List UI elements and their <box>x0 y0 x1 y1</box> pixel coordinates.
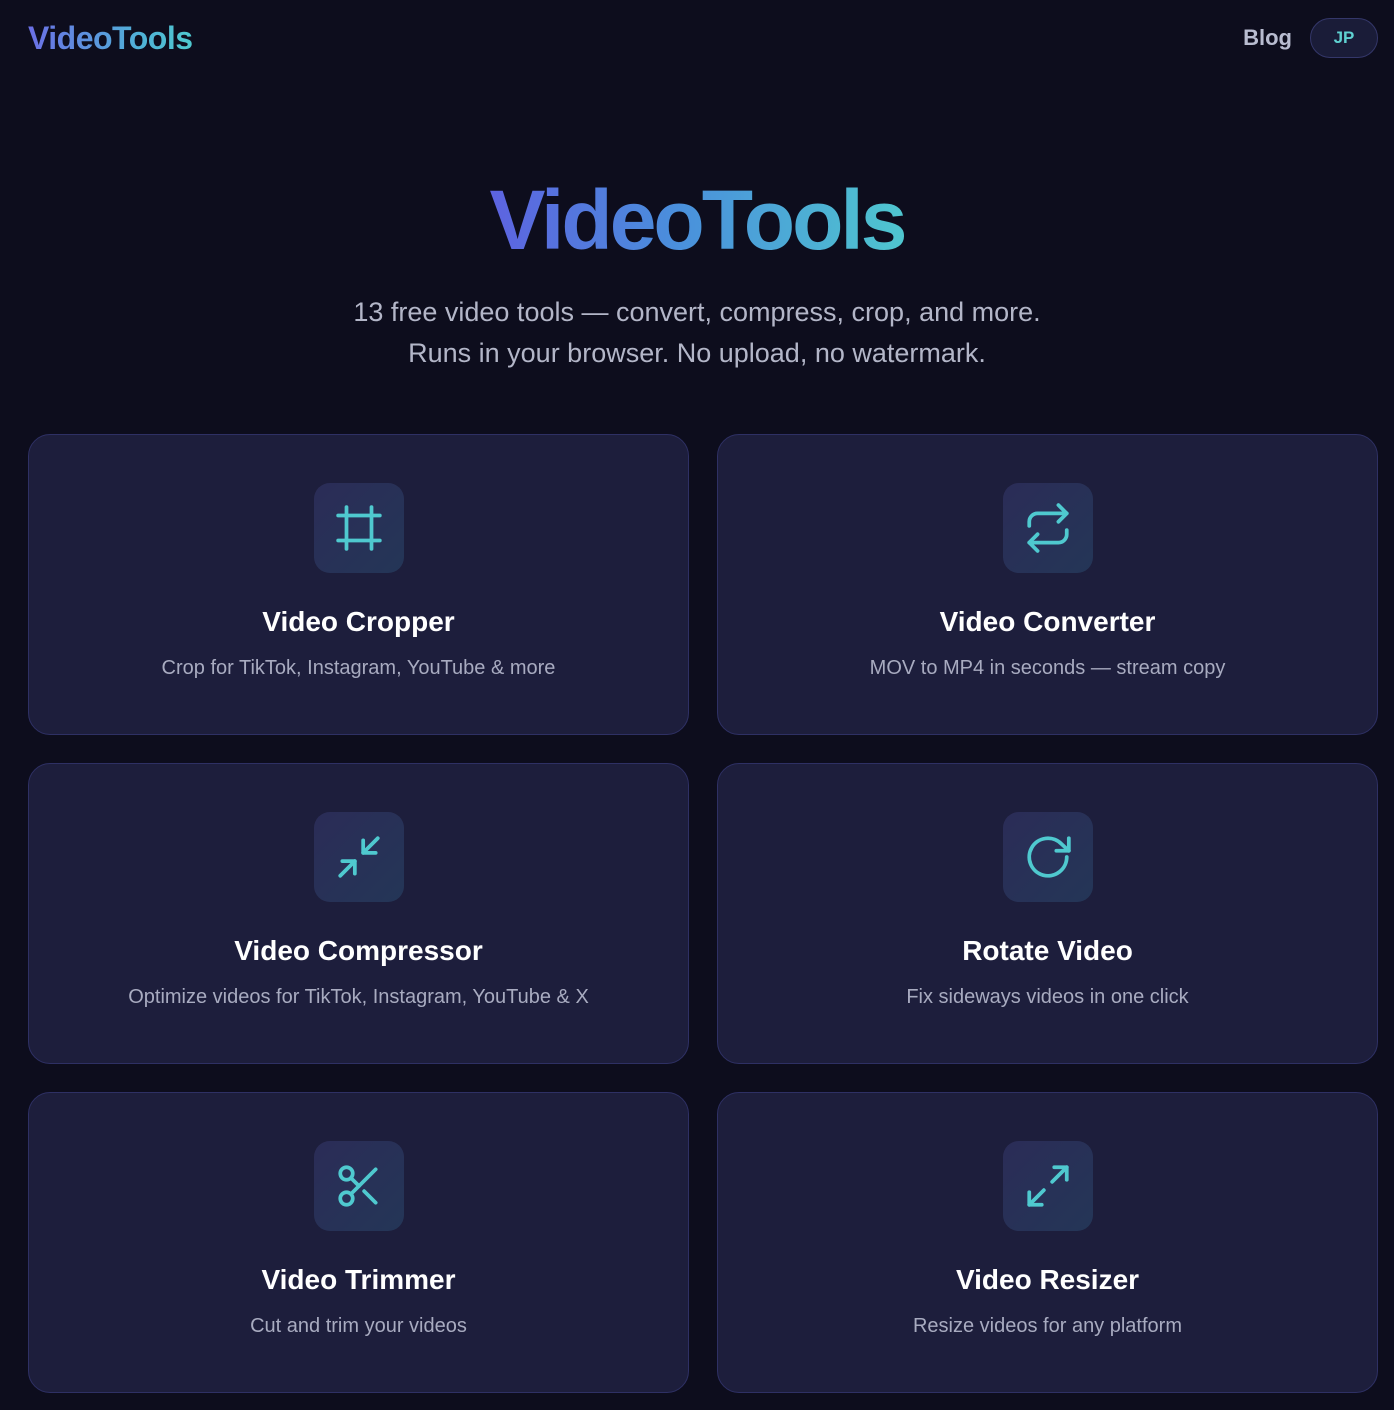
tool-icon-box <box>313 483 404 573</box>
tool-card-rotate-video[interactable]: Rotate Video Fix sideways videos in one … <box>717 763 1378 1064</box>
tool-card-video-trimmer[interactable]: Video Trimmer Cut and trim your videos <box>28 1092 689 1393</box>
tool-card-video-converter[interactable]: Video Converter MOV to MP4 in seconds — … <box>717 434 1378 735</box>
language-toggle-button[interactable]: JP <box>1310 18 1378 58</box>
tool-title: Rotate Video <box>962 935 1133 966</box>
tool-icon-box <box>313 812 404 902</box>
hero-subtitle: 13 free video tools — convert, compress,… <box>0 292 1394 374</box>
tool-description: Crop for TikTok, Instagram, YouTube & mo… <box>161 657 556 679</box>
tool-icon-box <box>1002 1141 1093 1231</box>
tool-icon-box <box>1002 483 1093 573</box>
page: VideoTools Blog JP VideoTools 13 free vi… <box>0 0 1394 1410</box>
tools-grid: Video Cropper Crop for TikTok, Instagram… <box>28 434 1378 1393</box>
tool-card-video-compressor[interactable]: Video Compressor Optimize videos for Tik… <box>28 763 689 1064</box>
compress-arrows-icon <box>337 836 380 878</box>
tool-description: Fix sideways videos in one click <box>906 986 1189 1008</box>
hero-title: VideoTools <box>490 170 908 270</box>
tool-title: Video Trimmer <box>261 1264 456 1295</box>
hero-subtitle-line-2: Runs in your browser. No upload, no wate… <box>408 338 986 368</box>
tool-title: Video Resizer <box>955 1264 1140 1295</box>
expand-arrows-icon <box>1026 1165 1069 1207</box>
hero-subtitle-line-1: 13 free video tools — convert, compress,… <box>353 297 1041 327</box>
rotate-icon <box>1026 836 1071 878</box>
site-header: VideoTools Blog JP <box>0 0 1394 76</box>
tool-description: Cut and trim your videos <box>250 1315 467 1337</box>
tool-title: Video Compressor <box>234 935 483 966</box>
crop-icon <box>335 505 382 551</box>
site-logo[interactable]: VideoTools <box>28 20 193 57</box>
hero-section: VideoTools 13 free video tools — convert… <box>0 170 1394 374</box>
convert-arrows-icon <box>1026 503 1069 553</box>
tool-icon-box <box>1002 812 1093 902</box>
scissors-icon <box>337 1165 378 1207</box>
tool-card-video-cropper[interactable]: Video Cropper Crop for TikTok, Instagram… <box>28 434 689 735</box>
tool-title: Video Cropper <box>262 606 455 637</box>
top-nav: Blog JP <box>1243 18 1378 58</box>
blog-link[interactable]: Blog <box>1243 25 1292 51</box>
tool-icon-box <box>313 1141 404 1231</box>
tool-card-video-resizer[interactable]: Video Resizer Resize videos for any plat… <box>717 1092 1378 1393</box>
tool-description: Optimize videos for TikTok, Instagram, Y… <box>128 986 589 1008</box>
tool-title: Video Converter <box>939 606 1156 637</box>
tool-description: MOV to MP4 in seconds — stream copy <box>869 657 1226 679</box>
tool-description: Resize videos for any platform <box>912 1315 1182 1337</box>
